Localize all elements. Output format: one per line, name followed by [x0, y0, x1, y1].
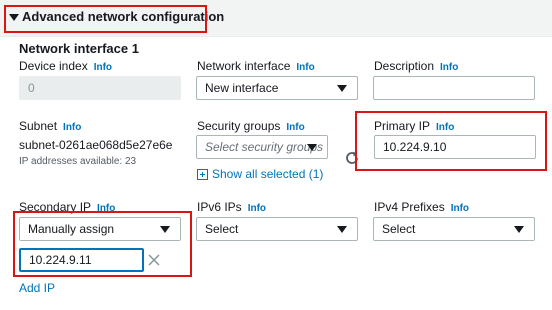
expand-icon: [197, 168, 208, 180]
description-input[interactable]: [373, 76, 535, 100]
network-interface-select[interactable]: New interface: [196, 76, 358, 100]
info-link[interactable]: Info: [286, 122, 304, 133]
ipv6-ips-label: IPv6 IPs Info: [197, 200, 267, 214]
refresh-icon[interactable]: [344, 150, 360, 166]
info-link[interactable]: Info: [440, 62, 458, 73]
subnet-note: IP addresses available: 23: [19, 156, 137, 167]
info-link[interactable]: Info: [97, 203, 115, 214]
section-title[interactable]: Advanced network configuration: [22, 9, 224, 24]
show-all-selected-link[interactable]: Show all selected (1): [212, 167, 323, 181]
security-groups-select[interactable]: Select security groups: [196, 135, 328, 159]
info-link[interactable]: Info: [436, 122, 454, 133]
secondary-ip-label: Secondary IP Info: [19, 200, 116, 214]
subnet-label: Subnet Info: [19, 119, 82, 133]
primary-ip-label: Primary IP Info: [374, 119, 455, 133]
ipv4-prefixes-label: IPv4 Prefixes Info: [374, 200, 470, 214]
clear-icon[interactable]: [147, 253, 161, 267]
caret-down-icon[interactable]: [9, 14, 19, 21]
info-link[interactable]: Info: [248, 203, 266, 214]
description-label: Description Info: [374, 59, 459, 73]
caret-down-icon: [160, 226, 170, 233]
interface-heading: Network interface 1: [19, 41, 139, 56]
caret-down-icon: [337, 85, 347, 92]
security-groups-label: Security groups Info: [197, 119, 305, 133]
caret-down-icon: [307, 144, 317, 151]
show-all-selected[interactable]: Show all selected (1): [197, 167, 323, 181]
info-link[interactable]: Info: [451, 203, 469, 214]
secondary-ip-input[interactable]: 10.224.9.11: [19, 248, 144, 272]
device-index-input: 0: [19, 76, 181, 100]
ipv6-ips-select[interactable]: Select: [196, 217, 358, 241]
info-link[interactable]: Info: [296, 62, 314, 73]
subnet-value: subnet-0261ae068d5e27e6e: [19, 138, 173, 152]
info-link[interactable]: Info: [94, 62, 112, 73]
network-interface-label: Network interface Info: [197, 59, 315, 73]
device-index-label: Device index Info: [19, 59, 113, 73]
info-link[interactable]: Info: [63, 122, 81, 133]
caret-down-icon: [514, 226, 524, 233]
secondary-ip-select[interactable]: Manually assign: [19, 217, 181, 241]
caret-down-icon: [337, 226, 347, 233]
add-ip-link[interactable]: Add IP: [19, 281, 55, 295]
ipv4-prefixes-select[interactable]: Select: [373, 217, 535, 241]
primary-ip-input[interactable]: 10.224.9.10: [374, 135, 536, 159]
